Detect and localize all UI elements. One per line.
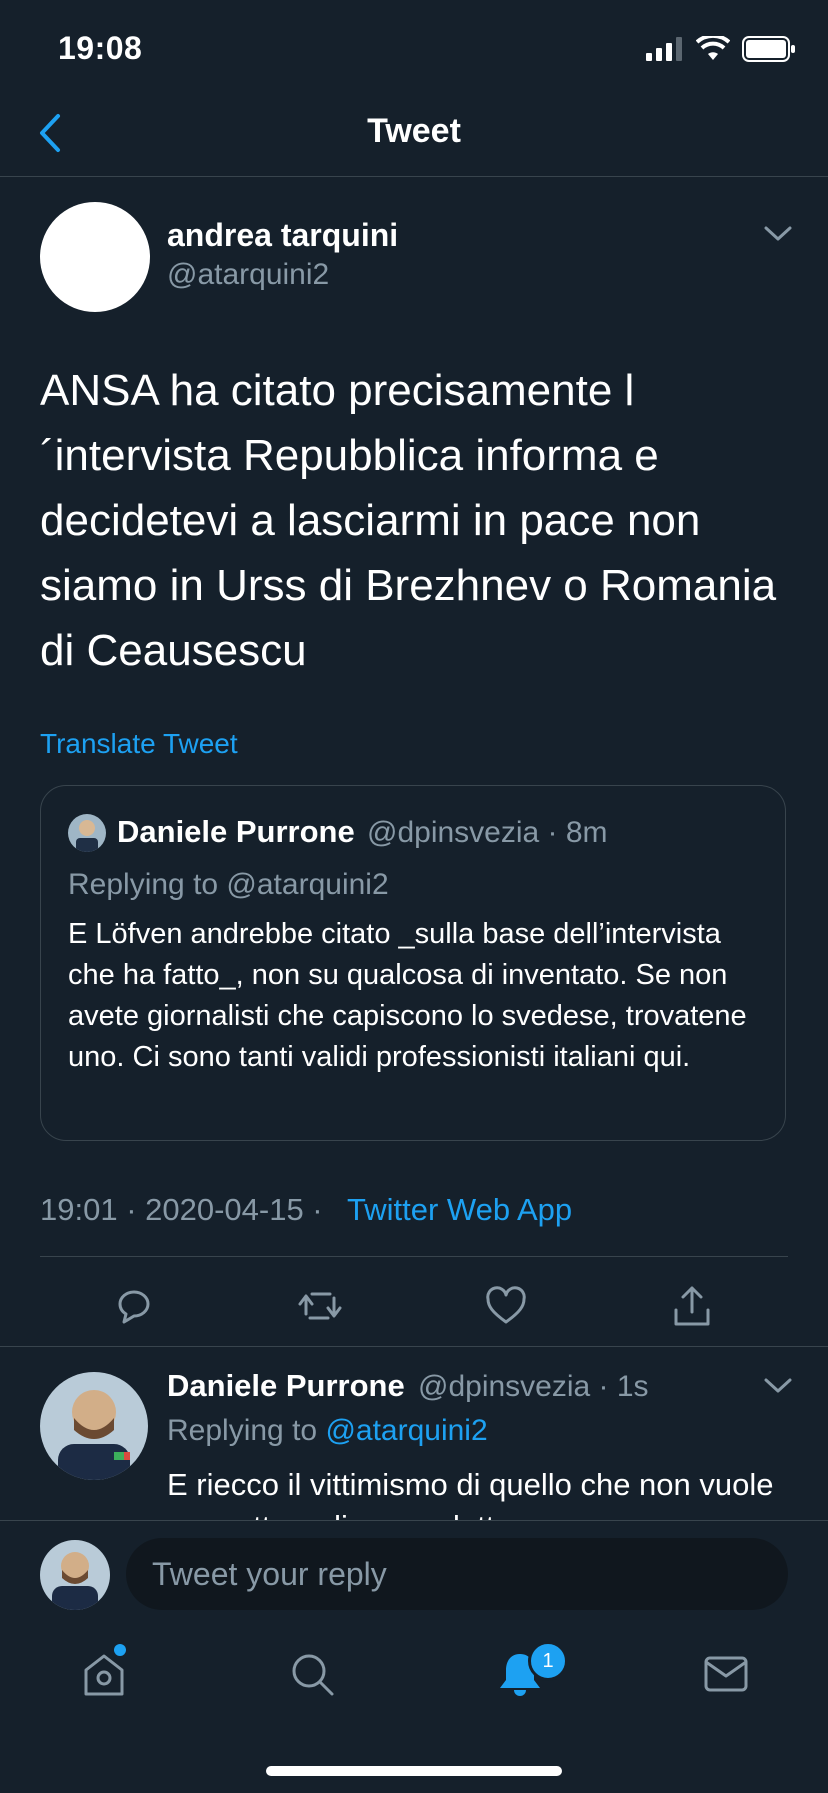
reply-icon[interactable] (112, 1284, 156, 1328)
tweet-text: ANSA ha citato precisamente l ´intervist… (40, 366, 777, 675)
share-icon[interactable] (670, 1284, 714, 1328)
reply-author-handle[interactable]: @dpinsvezia · 1s (418, 1370, 649, 1404)
author-handle[interactable]: @atarquini2 (167, 258, 329, 292)
actions-divider (0, 1346, 828, 1347)
meta-divider (40, 1256, 788, 1257)
messages-icon[interactable] (702, 1650, 750, 1698)
home-icon[interactable] (80, 1650, 128, 1698)
reply-author-name[interactable]: Daniele Purrone (167, 1368, 405, 1404)
search-icon[interactable] (288, 1650, 336, 1698)
reply-input[interactable] (126, 1538, 788, 1610)
replying-prefix: Replying to (167, 1414, 326, 1447)
composer-avatar (40, 1540, 110, 1610)
tweet-source-link[interactable]: Twitter Web App (347, 1192, 572, 1228)
header-divider (0, 176, 828, 177)
reply-author-avatar[interactable] (40, 1372, 148, 1480)
author-name[interactable]: andrea tarquini (167, 217, 398, 254)
tweet-timestamp: 19:01 · 2020-04-15 · (40, 1192, 323, 1227)
home-unread-dot (114, 1644, 126, 1656)
retweet-icon[interactable] (298, 1284, 342, 1328)
quoted-author-name: Daniele Purrone (117, 814, 355, 849)
like-icon[interactable] (484, 1284, 528, 1328)
reply-replying-to: Replying to @atarquini2 (167, 1414, 488, 1448)
notification-badge: 1 (528, 1641, 568, 1681)
quoted-tweet-text: E Löfven andrebbe citato _sulla base del… (68, 918, 747, 1073)
page-title: Tweet (367, 112, 461, 150)
author-avatar[interactable] (40, 202, 150, 312)
chevron-down-icon[interactable] (762, 1374, 794, 1398)
status-icons (646, 36, 796, 62)
battery-icon (742, 36, 795, 62)
replying-handle-link[interactable]: @atarquini2 (325, 1414, 487, 1447)
quoted-replying-to: Replying to @atarquini2 (68, 868, 389, 901)
quoted-author-avatar (68, 814, 106, 852)
wifi-icon (696, 36, 730, 60)
reply-text: E riecco il vittimismo di quello che non… (167, 1467, 774, 1520)
quoted-author-handle: @dpinsvezia · 8m (367, 816, 608, 849)
chevron-down-icon[interactable] (762, 222, 794, 246)
cellular-signal-icon (646, 37, 682, 61)
home-indicator (266, 1766, 562, 1776)
status-time: 19:08 (58, 30, 143, 66)
translate-tweet-link[interactable]: Translate Tweet (40, 728, 238, 760)
